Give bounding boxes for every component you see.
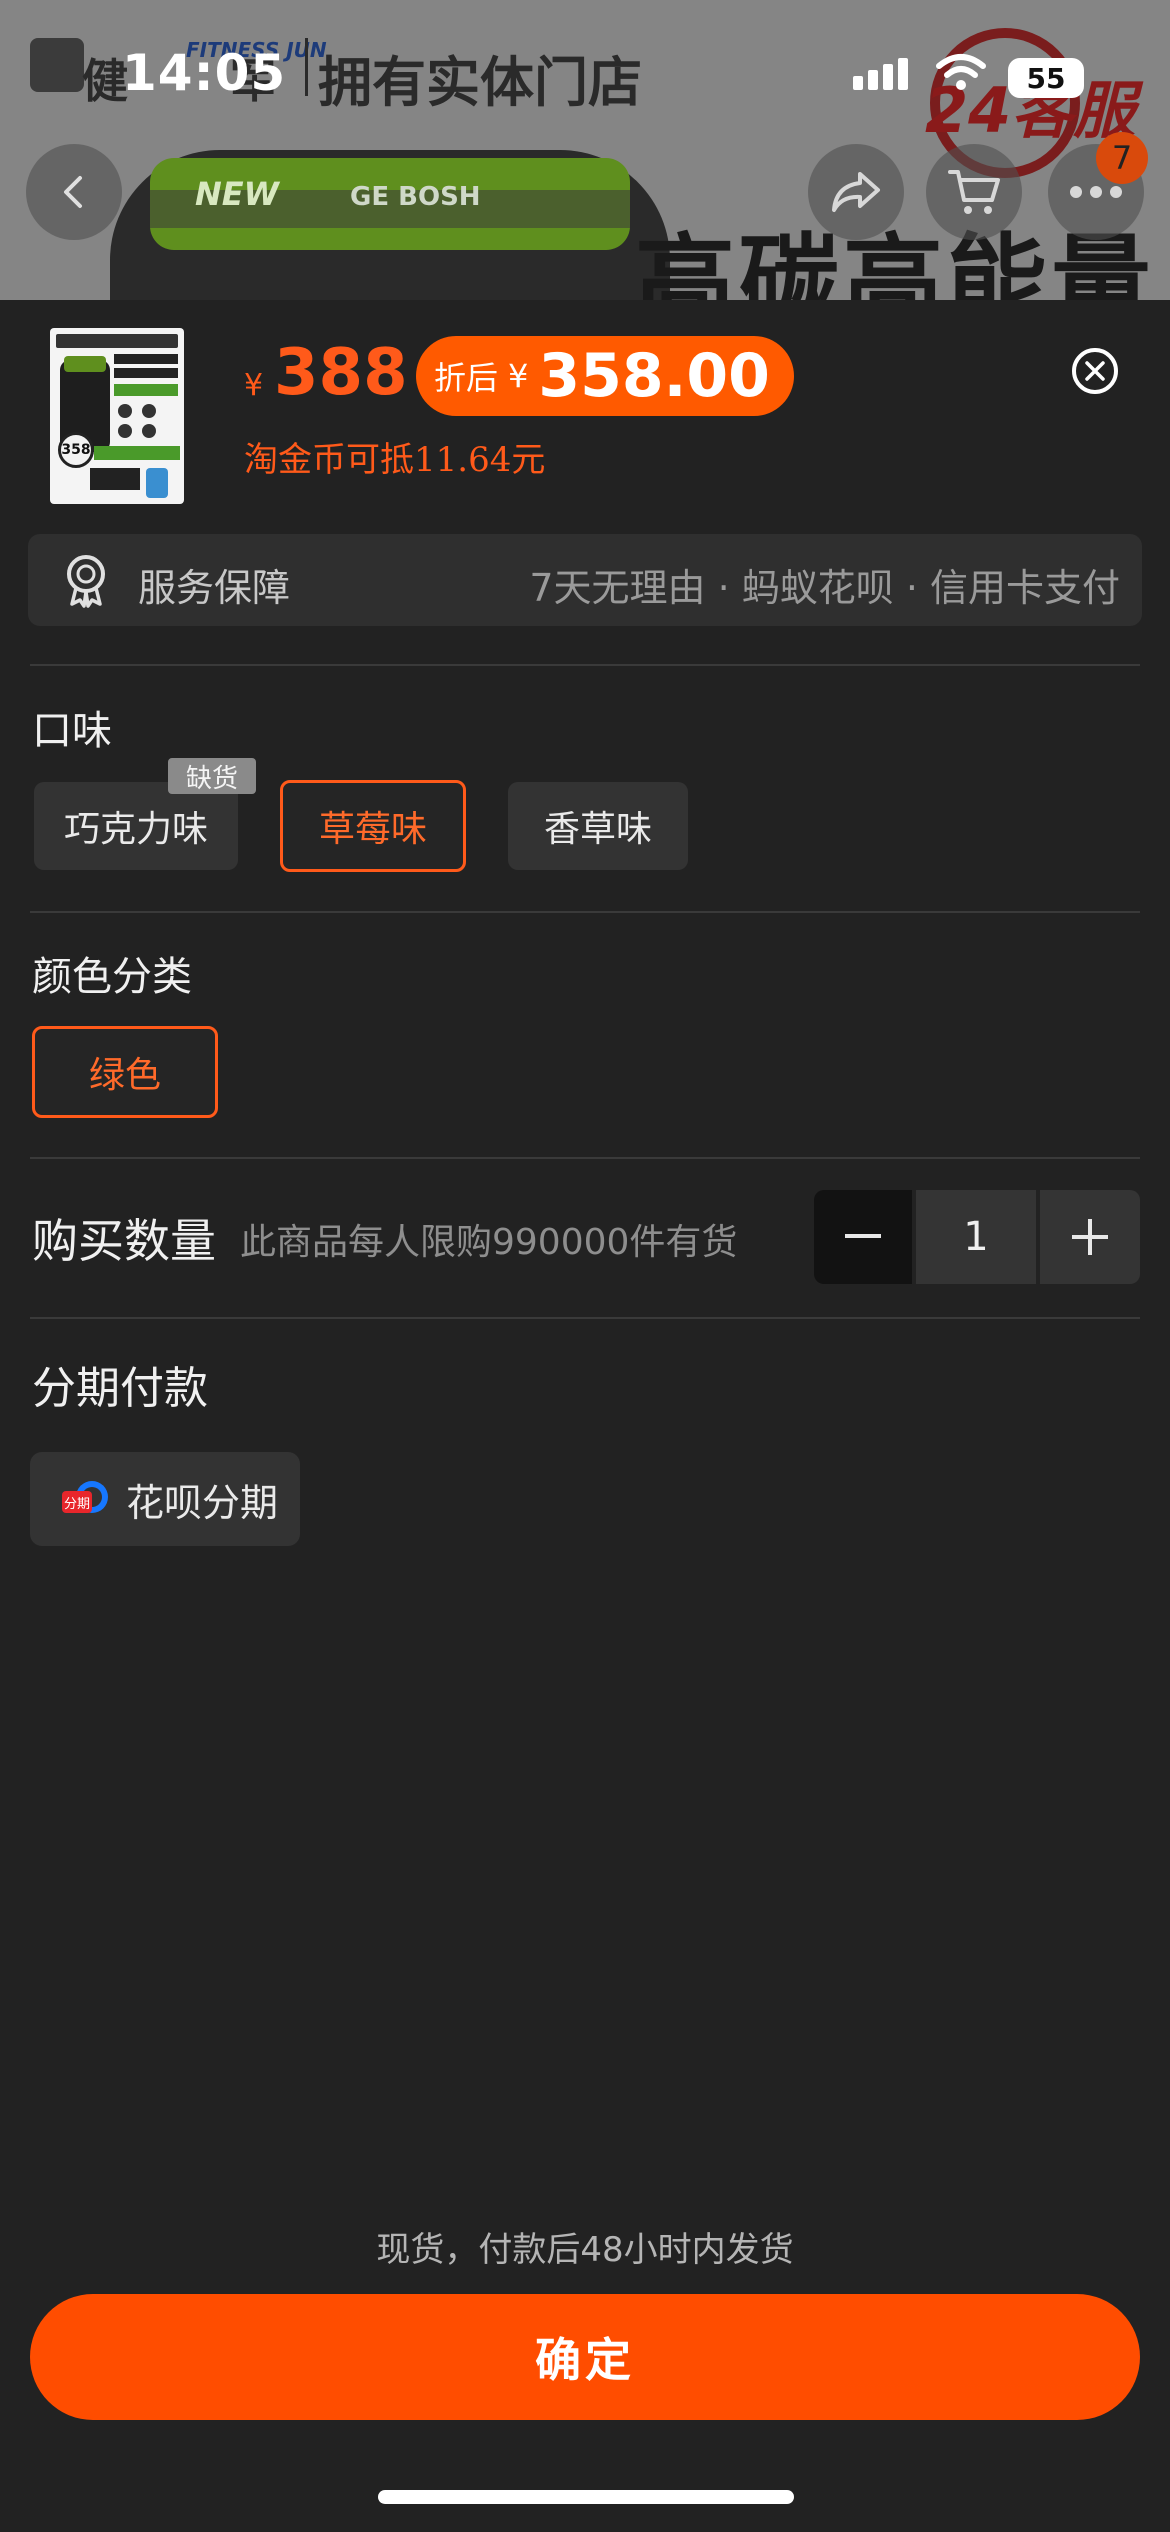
thumb-green-band — [114, 384, 178, 396]
notification-badge: 7 — [1096, 132, 1148, 184]
home-indicator — [378, 2490, 794, 2504]
thumb-text-line — [114, 368, 178, 378]
thumb-promo-band — [94, 446, 180, 460]
share-button[interactable] — [808, 144, 904, 240]
chevron-left-icon — [64, 176, 82, 208]
price-currency: ¥ — [244, 368, 264, 403]
discount-price: 358.00 — [538, 341, 770, 411]
jar-brand-text: NEW — [195, 175, 279, 213]
discount-currency: ¥ — [508, 357, 529, 395]
divider — [30, 1317, 1140, 1319]
color-title: 颜色分类 — [32, 954, 192, 1000]
quantity-limit-note: 此商品每人限购990000件有货 — [240, 1222, 738, 1263]
thumb-shaker-cup — [146, 468, 168, 498]
cart-button[interactable] — [926, 144, 1022, 240]
divider — [30, 911, 1140, 913]
service-value: 7天无理由 · 蚂蚁花呗 · 信用卡支付 — [529, 566, 1120, 610]
taobao-coin-note: 淘金币可抵11.64元 — [244, 440, 546, 480]
color-option-green[interactable]: 绿色 — [32, 1026, 218, 1118]
store-divider — [305, 38, 308, 96]
cart-icon — [948, 170, 1000, 214]
battery-indicator: 55 — [1008, 58, 1084, 98]
flavor-option-chocolate[interactable]: 巧克力味 — [34, 782, 238, 870]
thumb-feature-icon — [142, 404, 156, 418]
quantity-decrease-button[interactable] — [814, 1190, 912, 1284]
close-button[interactable] — [1072, 348, 1118, 394]
more-dots-icon — [1070, 186, 1122, 198]
store-tagline: 拥有实体门店 — [318, 51, 642, 114]
confirm-button[interactable]: 确定 — [30, 2294, 1140, 2420]
status-time: 14:05 — [122, 44, 287, 102]
quantity-value[interactable]: 1 — [916, 1190, 1036, 1284]
share-icon — [832, 172, 880, 212]
installment-tag: 分期 — [62, 1491, 92, 1513]
flavor-title: 口味 — [32, 708, 112, 754]
thumb-text-line — [114, 354, 178, 364]
quantity-title: 购买数量 — [32, 1214, 216, 1268]
sku-selection-sheet — [0, 300, 1170, 2532]
thumb-header — [56, 334, 178, 348]
quantity-increase-button[interactable] — [1040, 1190, 1140, 1284]
service-label: 服务保障 — [138, 566, 291, 610]
product-thumbnail[interactable]: 358 — [50, 328, 184, 504]
flavor-option-strawberry[interactable]: 草莓味 — [280, 780, 466, 872]
product-price: 388 — [274, 336, 408, 410]
discount-price-pill: 折后 ¥ 358.00 — [416, 336, 794, 416]
plus-icon — [1072, 1219, 1108, 1255]
minus-icon — [845, 1234, 881, 1238]
divider — [30, 1157, 1140, 1159]
thumb-feature-icon — [142, 424, 156, 438]
divider — [30, 664, 1140, 666]
discount-label: 折后 — [434, 359, 499, 397]
store-logo — [30, 38, 84, 92]
thumb-price-badge: 358 — [58, 432, 94, 468]
huabei-icon: 分期 — [62, 1477, 108, 1521]
thumb-jar-lid — [64, 356, 106, 372]
cellular-signal-icon — [853, 58, 908, 90]
thumb-footer-text — [90, 468, 140, 490]
flavor-option-vanilla[interactable]: 香草味 — [508, 782, 688, 870]
thumb-feature-icon — [118, 404, 132, 418]
guarantee-badge-icon — [67, 555, 105, 608]
wifi-icon — [936, 54, 986, 90]
out-of-stock-tag: 缺货 — [168, 758, 256, 794]
thumb-feature-icon — [118, 424, 132, 438]
close-icon — [1085, 361, 1105, 381]
back-button[interactable] — [26, 144, 122, 240]
huabei-label: 花呗分期 — [126, 1480, 279, 1525]
huabei-installment-option[interactable]: 分期 花呗分期 — [30, 1452, 300, 1546]
shipping-note: 现货，付款后48小时内发货 — [376, 2230, 794, 2270]
installment-title: 分期付款 — [32, 1363, 208, 1414]
jar-brand-text-2: GE BOSH — [350, 182, 481, 212]
